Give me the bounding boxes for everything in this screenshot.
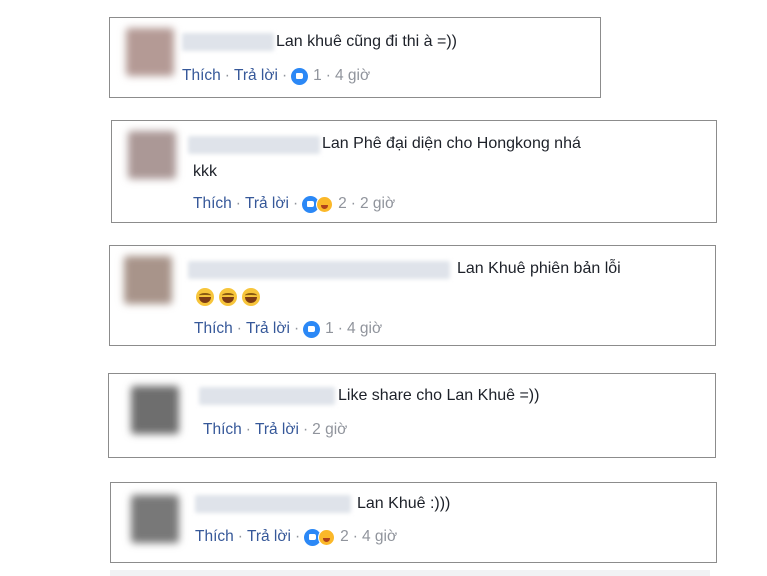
laughing-tears-emoji-icon — [242, 288, 260, 306]
separator: · — [281, 67, 288, 84]
commenter-name[interactable] — [199, 387, 335, 405]
commenter-name[interactable] — [188, 136, 320, 154]
comment-card-5: Lan Khuê :))) Thích · Trả lời · 2 · 4 gi… — [110, 482, 717, 563]
like-button[interactable]: Thích — [195, 527, 234, 547]
reaction-count[interactable]: 2 — [340, 527, 349, 547]
separator: · — [245, 421, 251, 438]
like-button[interactable]: Thích — [203, 420, 242, 440]
comment-card-1: Lan khuê cũng đi thi à =)) Thích · Trả l… — [109, 17, 601, 98]
separator: · — [352, 528, 358, 545]
comment-card-4: Like share cho Lan Khuê =)) Thích · Trả … — [108, 373, 716, 458]
laughing-tears-emoji-icon — [196, 288, 214, 306]
like-reaction-icon[interactable] — [303, 320, 321, 338]
comment-text: Lan khuê cũng đi thi à =)) — [276, 33, 458, 50]
timestamp[interactable]: 4 giờ — [335, 66, 370, 86]
separator: · — [302, 421, 309, 438]
emoji-row — [196, 288, 265, 306]
separator: · — [292, 195, 299, 212]
reaction-count[interactable]: 1 — [325, 319, 334, 339]
comment-actions: Thích · Trả lời · 2 giờ — [203, 420, 347, 440]
separator: · — [237, 528, 243, 545]
like-button[interactable]: Thích — [182, 66, 221, 86]
like-reaction-icon[interactable] — [291, 67, 309, 85]
comment-text-line-2: kkk — [193, 163, 217, 180]
comment-actions: Thích · Trả lời · 1 · 4 giờ — [194, 319, 382, 339]
comment-actions: Thích · Trả lời · 1 · 4 giờ — [182, 66, 370, 86]
reply-button[interactable]: Trả lời — [246, 319, 290, 339]
reply-button[interactable]: Trả lời — [255, 420, 299, 440]
separator: · — [224, 67, 230, 84]
commenter-name[interactable] — [188, 261, 450, 279]
timestamp[interactable]: 4 giờ — [347, 319, 382, 339]
avatar[interactable] — [126, 28, 174, 76]
laughing-tears-emoji-icon — [219, 288, 237, 306]
separator: · — [294, 528, 301, 545]
comment-text: Lan Khuê phiên bản lỗi — [457, 260, 621, 277]
comment-text: Lan Khuê :))) — [357, 495, 451, 512]
comment-actions: Thích · Trả lời · 2 · 2 giờ — [193, 194, 395, 214]
like-button[interactable]: Thích — [194, 319, 233, 339]
separator: · — [337, 320, 343, 337]
reply-button[interactable]: Trả lời — [245, 194, 289, 214]
separator: · — [293, 320, 300, 337]
reply-button[interactable]: Trả lời — [247, 527, 291, 547]
comment-card-3: Lan Khuê phiên bản lỗi Thích · Trả lời ·… — [109, 245, 716, 346]
next-comment-edge — [110, 570, 710, 576]
commenter-name[interactable] — [195, 495, 351, 513]
comment-text: Like share cho Lan Khuê =)) — [338, 387, 540, 404]
like-button[interactable]: Thích — [193, 194, 232, 214]
separator: · — [325, 67, 331, 84]
haha-reaction-icon[interactable] — [316, 195, 334, 213]
timestamp[interactable]: 2 giờ — [312, 420, 347, 440]
avatar[interactable] — [131, 386, 179, 434]
avatar[interactable] — [124, 256, 172, 304]
avatar[interactable] — [128, 131, 176, 179]
reaction-count[interactable]: 2 — [338, 194, 347, 214]
reaction-count[interactable]: 1 — [313, 66, 322, 86]
separator: · — [236, 320, 242, 337]
separator: · — [350, 195, 356, 212]
haha-reaction-icon[interactable] — [318, 528, 336, 546]
comment-card-2: Lan Phê đại diện cho Hongkong nhá kkk Th… — [111, 120, 717, 223]
timestamp[interactable]: 2 giờ — [360, 194, 395, 214]
comment-text-line-1: Lan Phê đại diện cho Hongkong nhá — [322, 135, 581, 152]
reply-button[interactable]: Trả lời — [234, 66, 278, 86]
timestamp[interactable]: 4 giờ — [362, 527, 397, 547]
avatar[interactable] — [131, 495, 179, 543]
comment-actions: Thích · Trả lời · 2 · 4 giờ — [195, 527, 397, 547]
commenter-name[interactable] — [182, 33, 274, 51]
separator: · — [235, 195, 241, 212]
